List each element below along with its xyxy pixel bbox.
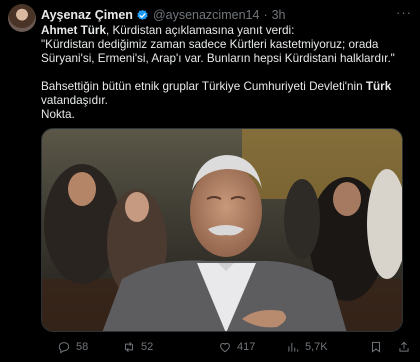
tweet-header: Ayşenaz Çimen @aysenazcimen14 · 3h ··· <box>41 5 412 24</box>
share-button[interactable] <box>397 340 411 354</box>
photo-illustration <box>42 129 402 331</box>
tweet-line-1-rest: , Kürdistan açıklamasına yanıt verdi: <box>105 24 295 37</box>
tweet-time[interactable]: 3h <box>272 8 286 22</box>
tweet-line-4-bold: Türk <box>365 80 392 93</box>
tweet-line-6: Nokta. <box>41 108 75 121</box>
share-icon <box>399 341 409 352</box>
retweet-count: 52 <box>141 341 154 353</box>
heart-icon <box>220 342 230 353</box>
separator-dot: · <box>263 8 268 22</box>
like-count: 417 <box>237 341 256 353</box>
reply-count: 58 <box>76 341 89 353</box>
tweet-line-4-pre: Bahsettiğin bütün etnik gruplar Türkiye … <box>41 80 366 93</box>
author-name[interactable]: Ayşenaz Çimen <box>41 8 133 22</box>
more-icon[interactable]: ··· <box>396 5 412 20</box>
tweet-line-4: Bahsettiğin bütün etnik gruplar Türkiye … <box>41 80 413 94</box>
bookmark-icon <box>372 341 380 353</box>
tweet-actions: 58 52 417 5,7K <box>41 338 413 356</box>
views-icon <box>288 342 299 352</box>
tweet-line-5: vatandaşıdır. <box>41 94 108 107</box>
author-handle[interactable]: @aysenazcimen14 <box>153 8 260 22</box>
retweet-icon <box>125 341 133 353</box>
tweet-photo[interactable] <box>41 128 403 332</box>
tweet[interactable]: Ayşenaz Çimen @aysenazcimen14 · 3h ··· A… <box>0 0 420 362</box>
views-button[interactable]: 5,7K <box>286 340 328 354</box>
reply-button[interactable]: 58 <box>57 340 88 354</box>
tweet-line-3: Süryani'si, Ermeni'si, Arap'ı var. Bunla… <box>41 52 395 65</box>
like-button[interactable]: 417 <box>218 340 255 354</box>
mentioned-name: Ahmet Türk <box>41 24 106 37</box>
tweet-text: Ahmet Türk, Kürdistan açıklamasına yanıt… <box>41 24 413 122</box>
tweet-line-2: "Kürdistan dediğimiz zaman sadece Kürtle… <box>41 38 379 51</box>
views-count: 5,7K <box>305 341 328 353</box>
avatar[interactable] <box>8 4 36 32</box>
tweet-line-1: Ahmet Türk, Kürdistan açıklamasına yanıt… <box>41 24 413 38</box>
reply-icon <box>58 342 70 354</box>
bookmark-button[interactable] <box>369 340 383 354</box>
verified-badge-icon <box>136 9 149 22</box>
retweet-button[interactable]: 52 <box>122 340 153 354</box>
